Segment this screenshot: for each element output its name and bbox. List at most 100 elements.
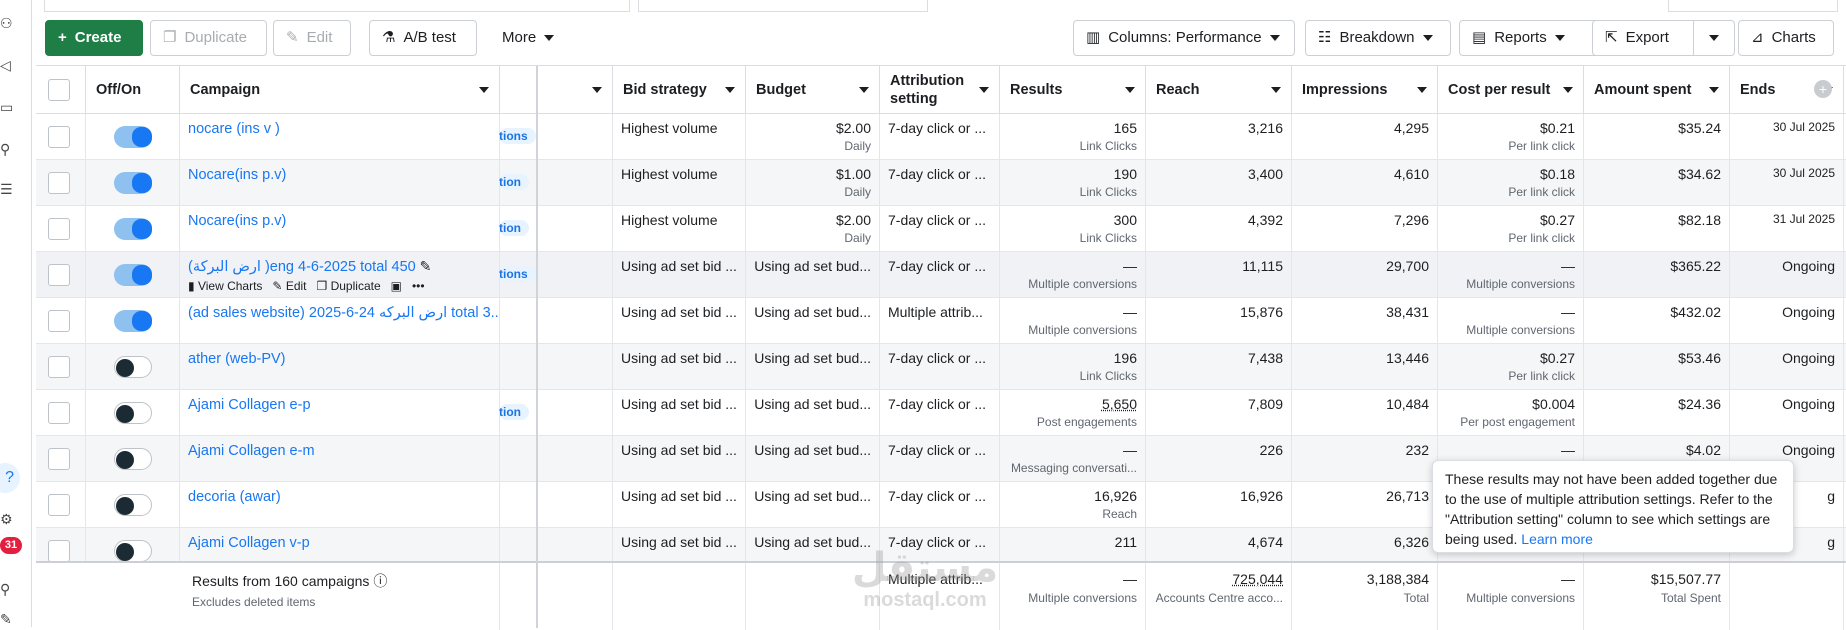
help-icon[interactable]: ?: [0, 463, 20, 493]
col-header-reach[interactable]: Reach: [1146, 66, 1292, 114]
notification-badge[interactable]: 31: [0, 537, 22, 554]
campaign-toggle[interactable]: [114, 402, 152, 424]
row-checkbox[interactable]: [48, 126, 70, 148]
campaign-name-link[interactable]: Ajami Collagen e-p: [188, 397, 311, 413]
col-header-attribution[interactable]: Attribution setting: [880, 66, 1000, 114]
col-header-amount-spent[interactable]: Amount spent: [1584, 66, 1730, 114]
image-icon[interactable]: ▣: [391, 279, 402, 293]
duplicate-button[interactable]: ❐ Duplicate: [150, 20, 267, 56]
campaign-name-link[interactable]: Ajami Collagen e-m: [188, 443, 315, 459]
add-column-icon[interactable]: +: [1814, 80, 1832, 98]
footer-reach-value[interactable]: 725,044: [1154, 571, 1283, 587]
campaign-name-link[interactable]: decoria (awar): [188, 489, 281, 505]
row-checkbox[interactable]: [48, 218, 70, 240]
cpr-value: —: [1561, 258, 1575, 274]
info-icon[interactable]: ⓘ: [373, 573, 387, 589]
audience-icon[interactable]: ⚲: [0, 142, 14, 156]
charts-button[interactable]: ⊿ Charts: [1738, 20, 1834, 56]
col-header-onoff[interactable]: Off/On: [86, 66, 180, 114]
row-checkbox[interactable]: [48, 402, 70, 424]
more-label: More: [502, 29, 537, 46]
select-all-checkbox[interactable]: [48, 79, 70, 101]
campaign-name-link[interactable]: nocare (ins v ): [188, 121, 280, 137]
sort-caret-icon[interactable]: [1271, 87, 1281, 93]
export-button[interactable]: ⇱ Export: [1592, 20, 1694, 56]
campaign-name-link[interactable]: (ad sales website) 2025-6-24 ارض البركه …: [188, 305, 499, 321]
sort-caret-icon[interactable]: [1709, 87, 1719, 93]
campaign-name-link[interactable]: (ارض البركة )eng 4-6-2025 total 450: [188, 259, 416, 275]
sort-caret-icon[interactable]: [479, 87, 489, 93]
table-row[interactable]: Nocare(ins p.v) Highest volume $2.00 Dai…: [36, 206, 1846, 252]
row-checkbox[interactable]: [48, 172, 70, 194]
breakdown-dropdown[interactable]: ☷ Breakdown: [1305, 20, 1451, 56]
campaign-toggle[interactable]: [114, 540, 152, 562]
table-row[interactable]: Nocare(ins p.v) Highest volume $1.00 Dai…: [36, 160, 1846, 206]
learn-more-link[interactable]: Learn more: [1521, 531, 1593, 547]
sort-caret-icon[interactable]: [859, 87, 869, 93]
campaign-toggle[interactable]: [114, 218, 152, 240]
gear-icon[interactable]: ⚙: [0, 512, 14, 526]
sort-caret-icon[interactable]: [1125, 87, 1135, 93]
tab-stub[interactable]: [44, 0, 630, 12]
campaign-name-link[interactable]: ather (web-PV): [188, 351, 286, 367]
campaign-toggle[interactable]: [114, 264, 152, 286]
col-header-results[interactable]: Results: [1000, 66, 1146, 114]
tab-stub[interactable]: [638, 0, 928, 12]
search-icon[interactable]: ⚲: [0, 582, 14, 596]
export-options-button[interactable]: [1693, 20, 1735, 56]
campaign-name-link[interactable]: Ajami Collagen v-p: [188, 535, 310, 551]
row-checkbox[interactable]: [48, 356, 70, 378]
campaign-toggle[interactable]: [114, 126, 152, 148]
col-header-budget[interactable]: Budget: [746, 66, 880, 114]
campaign-toggle[interactable]: [114, 310, 152, 332]
campaign-name-link[interactable]: Nocare(ins p.v): [188, 167, 286, 183]
reports-dropdown[interactable]: ▤ Reports: [1459, 20, 1601, 56]
col-header-cost-per-result[interactable]: Cost per result: [1438, 66, 1584, 114]
billing-icon[interactable]: ▭: [0, 100, 14, 114]
sort-caret-icon[interactable]: [1563, 87, 1573, 93]
row-checkbox[interactable]: [48, 494, 70, 516]
col-header-bid-strategy[interactable]: Bid strategy: [613, 66, 746, 114]
tab-stub[interactable]: [1668, 0, 1838, 12]
col-header-hidden[interactable]: [500, 66, 613, 114]
table-row[interactable]: ather (web-PV) Using ad set bid ... Usin…: [36, 344, 1846, 390]
col-header-campaign[interactable]: Campaign: [180, 66, 500, 114]
impressions-cell: 232: [1292, 436, 1438, 482]
campaign-toggle[interactable]: [114, 356, 152, 378]
campaign-cell: ather (web-PV): [180, 344, 500, 390]
row-checkbox[interactable]: [48, 264, 70, 286]
table-row[interactable]: (ارض البركة )eng 4-6-2025 total 450 ✎ ▮ …: [36, 252, 1846, 298]
results-value: 196: [1113, 350, 1137, 366]
table-row[interactable]: (ad sales website) 2025-6-24 ارض البركه …: [36, 298, 1846, 344]
create-button[interactable]: + Create: [45, 20, 143, 56]
table-row[interactable]: nocare (ins v ) Highest volume $2.00 Dai…: [36, 114, 1846, 160]
table-row[interactable]: Ajami Collagen e-p Using ad set bid ... …: [36, 390, 1846, 436]
campaign-toggle[interactable]: [114, 172, 152, 194]
pencil-icon[interactable]: ✎: [420, 258, 432, 274]
campaign-cell: Ajami Collagen e-p: [180, 390, 500, 436]
sort-caret-icon[interactable]: [979, 87, 989, 93]
campaign-toggle[interactable]: [114, 494, 152, 516]
row-more-button[interactable]: •••: [412, 279, 425, 293]
campaign-name-link[interactable]: Nocare(ins p.v): [188, 213, 286, 229]
menu-icon[interactable]: ☰: [0, 182, 14, 196]
row-checkbox[interactable]: [48, 448, 70, 470]
megaphone-icon[interactable]: ◁: [0, 58, 14, 72]
sort-caret-icon[interactable]: [725, 87, 735, 93]
edit-button[interactable]: ✎ Edit: [273, 20, 351, 56]
campaign-toggle[interactable]: [114, 448, 152, 470]
tool-icon[interactable]: ✎: [0, 612, 14, 626]
columns-dropdown[interactable]: ▥ Columns: Performance: [1073, 20, 1295, 56]
people-icon[interactable]: ⚇: [0, 16, 14, 30]
sort-caret-icon[interactable]: [592, 87, 602, 93]
more-button[interactable]: More: [490, 20, 572, 56]
row-checkbox[interactable]: [48, 310, 70, 332]
sort-caret-icon[interactable]: [1417, 87, 1427, 93]
col-header-impressions[interactable]: Impressions: [1292, 66, 1438, 114]
ab-test-button[interactable]: ⚗ A/B test: [369, 20, 477, 56]
row-edit-link[interactable]: ✎ Edit: [272, 279, 306, 293]
row-checkbox[interactable]: [48, 540, 70, 562]
view-charts-link[interactable]: ▮ View Charts: [188, 279, 262, 293]
row-duplicate-link[interactable]: ❐ Duplicate: [317, 279, 381, 293]
checkbox-cell: [36, 206, 86, 252]
